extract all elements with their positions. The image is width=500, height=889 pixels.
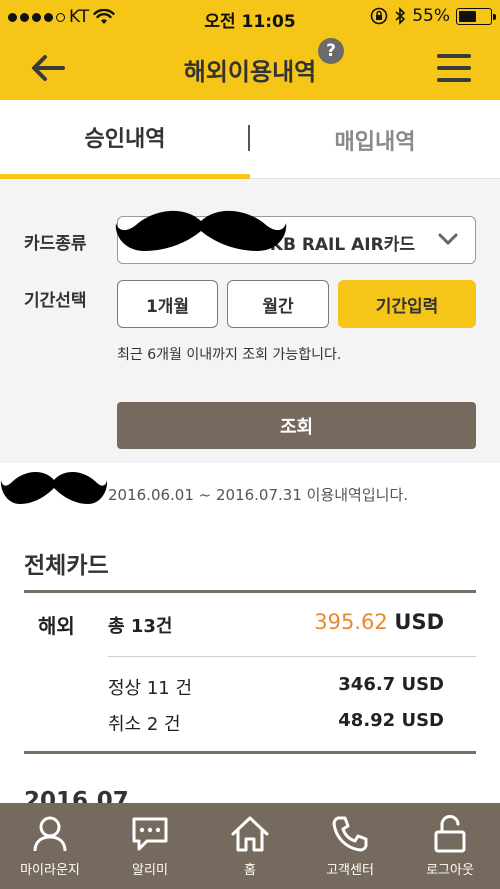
menu-button[interactable] bbox=[434, 50, 474, 86]
normal-amount: 346.7 USD bbox=[338, 674, 444, 695]
row-divider bbox=[108, 656, 476, 657]
normal-count: 정상 11 건 bbox=[108, 678, 193, 699]
nav-label: 알리미 bbox=[132, 863, 168, 878]
bottom-navigation: 마이라운지 알리미 홈 고객센터 로그아웃 bbox=[0, 803, 500, 889]
help-button[interactable]: ? bbox=[318, 38, 344, 64]
period-monthly-button[interactable]: 월간 bbox=[227, 280, 329, 328]
section-title: 전체카드 bbox=[24, 553, 109, 579]
tab-purchase[interactable]: 매입내역 bbox=[250, 100, 500, 179]
nav-label: 로그아웃 bbox=[426, 863, 474, 878]
nav-label: 고객센터 bbox=[326, 863, 374, 878]
section-top-rule bbox=[24, 590, 476, 593]
phone-icon bbox=[332, 816, 368, 852]
period-hint: 최근 6개월 이내까지 조회 가능합니다. bbox=[117, 347, 342, 363]
tab-bar: 승인내역 매입내역 bbox=[0, 100, 500, 179]
nav-label: 마이라운지 bbox=[20, 863, 80, 878]
unlock-icon bbox=[434, 815, 466, 853]
redaction-mustache-icon bbox=[115, 210, 287, 251]
home-icon bbox=[231, 816, 269, 852]
rotation-lock-icon bbox=[370, 7, 388, 25]
hamburger-icon bbox=[437, 54, 471, 58]
cancel-amount: 48.92 USD bbox=[338, 710, 444, 731]
period-custom-button[interactable]: 기간입력 bbox=[338, 280, 476, 328]
chevron-down-icon bbox=[438, 233, 458, 246]
total-amount-currency: USD bbox=[394, 610, 444, 634]
page-title: 해외이용내역 bbox=[183, 58, 317, 86]
nav-logout[interactable]: 로그아웃 bbox=[400, 803, 500, 889]
nav-my-lounge[interactable]: 마이라운지 bbox=[0, 803, 100, 889]
total-amount: 395.62 USD bbox=[314, 610, 444, 634]
bluetooth-icon bbox=[395, 7, 406, 25]
cancel-count: 취소 2 건 bbox=[108, 714, 181, 735]
card-type-label: 카드종류 bbox=[24, 234, 87, 254]
battery-icon bbox=[456, 7, 496, 25]
period-1month-button[interactable]: 1개월 bbox=[117, 280, 218, 328]
redaction-mustache-icon bbox=[0, 471, 108, 504]
status-bar: KT 오전 11:05 55% bbox=[0, 0, 500, 34]
nav-notifier[interactable]: 알리미 bbox=[100, 803, 200, 889]
period-label: 기간선택 bbox=[24, 291, 87, 311]
section-bottom-rule bbox=[24, 751, 476, 754]
total-count: 총 13건 bbox=[108, 616, 173, 637]
search-button[interactable]: 조회 bbox=[117, 402, 476, 449]
tab-approval[interactable]: 승인내역 bbox=[0, 100, 250, 179]
card-type-value: KB RAIL AIR카드 bbox=[269, 235, 415, 255]
chat-bubble-icon bbox=[132, 817, 168, 851]
nav-label: 홈 bbox=[244, 863, 256, 878]
person-icon bbox=[33, 816, 67, 852]
nav-home[interactable]: 홈 bbox=[200, 803, 300, 889]
nav-customer-center[interactable]: 고객센터 bbox=[300, 803, 400, 889]
filter-panel: 카드종류 KB RAIL AIR카드 기간선택 1개월 월간 기간입력 최근 6… bbox=[0, 179, 500, 463]
battery-percent: 55% bbox=[412, 6, 450, 26]
total-amount-value: 395.62 bbox=[314, 610, 388, 634]
overseas-label: 해외 bbox=[38, 614, 75, 638]
app-header: 해외이용내역 ? bbox=[0, 34, 500, 100]
status-indicators: 55% bbox=[370, 6, 496, 26]
result-period-text: 2016.06.01 ~ 2016.07.31 이용내역입니다. bbox=[108, 486, 409, 504]
